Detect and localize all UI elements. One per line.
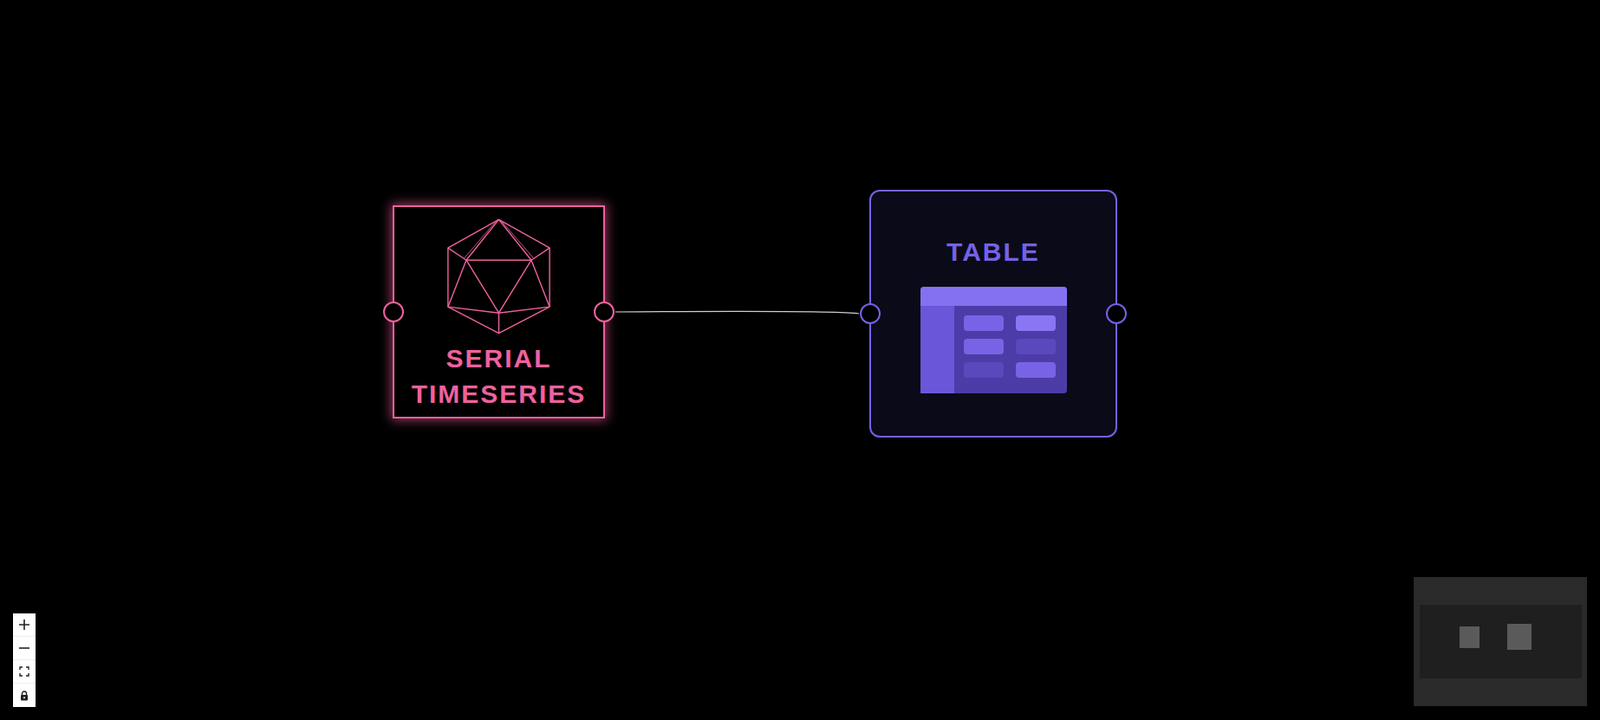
zoom-controls <box>13 613 36 708</box>
zoom-in-button[interactable] <box>13 613 36 638</box>
node-icon <box>920 286 1067 394</box>
minimap-node <box>1459 626 1480 649</box>
output-handle[interactable] <box>1105 303 1127 325</box>
minimap[interactable] <box>1413 577 1587 707</box>
plus-icon <box>18 618 31 631</box>
minimap-node <box>1507 624 1532 651</box>
node-icon <box>445 217 553 336</box>
input-handle[interactable] <box>383 301 404 323</box>
lock-icon <box>19 690 29 702</box>
table-icon <box>920 286 1067 394</box>
input-handle[interactable] <box>859 303 881 325</box>
edge[interactable] <box>615 311 859 314</box>
source-node[interactable]: SERIAL TIMESERIES <box>392 205 605 419</box>
flow-canvas[interactable]: SERIAL TIMESERIES TABLE <box>0 0 1600 720</box>
minimap-viewport <box>1419 604 1582 679</box>
edge-layer <box>0 0 1600 720</box>
fit-view-button[interactable] <box>13 660 36 684</box>
lock-button[interactable] <box>13 683 36 708</box>
node-label: TABLE <box>941 234 1046 270</box>
minus-icon <box>18 642 31 655</box>
table-node[interactable]: TABLE <box>869 189 1118 438</box>
output-handle[interactable] <box>593 301 615 323</box>
fit-view-icon <box>19 666 30 677</box>
zoom-out-button[interactable] <box>13 637 36 661</box>
node-label: SERIAL TIMESERIES <box>394 340 604 412</box>
icosahedron-icon <box>445 217 553 336</box>
